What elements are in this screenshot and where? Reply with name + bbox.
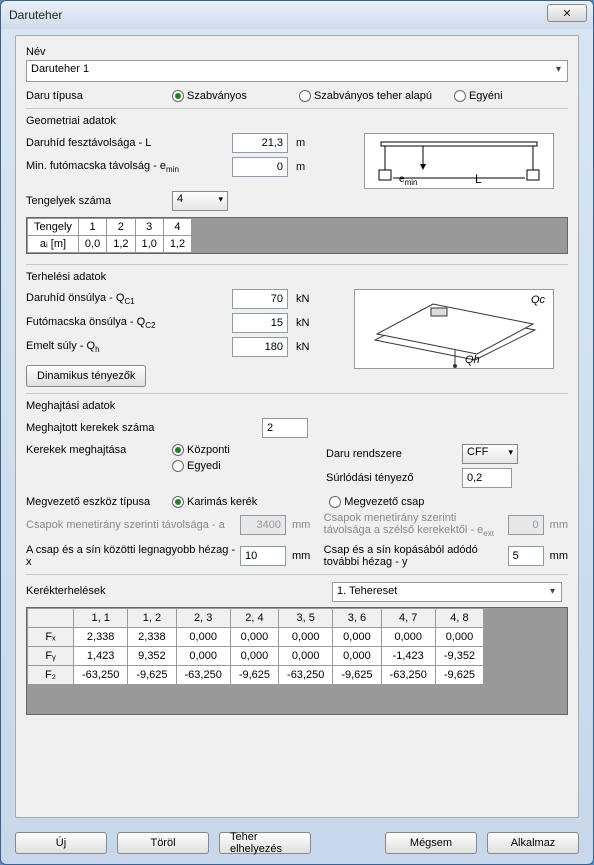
- radio-dot-icon: [299, 90, 311, 102]
- radio-dot-icon: [172, 90, 184, 102]
- wheel-loads-header: Kerékterhelések: [26, 585, 326, 597]
- footer-buttons: Új Töröl Teher elhelyezés Mégsem Alkalma…: [15, 832, 579, 854]
- radio-drive-individual[interactable]: Egyedi: [172, 460, 221, 472]
- radio-dot-icon: [172, 444, 184, 456]
- pin-ext-label: Csapok menetirány szerinti távolsága a s…: [324, 512, 504, 538]
- radio-dot-icon: [454, 90, 466, 102]
- dynamic-factors-button[interactable]: Dinamikus tényezők: [26, 365, 146, 387]
- radio-dot-icon: [172, 496, 184, 508]
- cancel-button[interactable]: Mégsem: [385, 832, 477, 854]
- driven-wheels-label: Meghajtott kerekek száma: [26, 422, 256, 434]
- table-row: Fᵧ 1,4239,3520,0000,0000,0000,000-1,423-…: [28, 647, 484, 666]
- emin-input[interactable]: [232, 157, 288, 177]
- span-input[interactable]: [232, 133, 288, 153]
- gap-y-input[interactable]: [508, 546, 544, 566]
- axle-count-combo[interactable]: 4: [172, 191, 228, 211]
- close-icon: ✕: [562, 7, 571, 20]
- titlebar: Daruteher ✕: [1, 1, 593, 29]
- driven-wheels-input[interactable]: [262, 418, 308, 438]
- pin-dist-input: [240, 515, 286, 535]
- gap-x-label: A csap és a sín közötti legnagyobb hézag…: [26, 544, 236, 568]
- loads-header: Terhelési adatok: [26, 271, 568, 283]
- friction-input[interactable]: [462, 468, 512, 488]
- radio-type-custom[interactable]: Egyéni: [454, 90, 503, 102]
- table-row: F₂ -63,250-9,625-63,250-9,625-63,250-9,6…: [28, 666, 484, 685]
- wheel-loads-table: 1, 11, 2 2, 32, 4 3, 53, 6 4, 74, 8 Fₓ 2…: [27, 608, 484, 685]
- friction-label: Súrlódási tényező: [326, 472, 456, 484]
- radio-dot-icon: [329, 496, 341, 508]
- gap-y-label: Csap és a sín kopásából adódó további hé…: [324, 544, 504, 568]
- radio-type-stdload[interactable]: Szabványos teher alapú: [299, 90, 432, 102]
- name-combo[interactable]: Daruteher 1: [26, 60, 568, 82]
- radio-dot-icon: [172, 460, 184, 472]
- span-label: Daruhíd fesztávolsága - L: [26, 137, 226, 149]
- type-label: Daru típusa: [26, 90, 166, 102]
- load-case-combo[interactable]: 1. Tehereset: [332, 582, 562, 602]
- pin-ext-input: [508, 515, 544, 535]
- qc1-label: Daruhíd önsúlya - QC1: [26, 292, 226, 306]
- qc1-input[interactable]: [232, 289, 288, 309]
- qh-input[interactable]: [232, 337, 288, 357]
- window-title: Daruteher: [9, 8, 62, 22]
- crane-system-combo[interactable]: CFF: [462, 444, 518, 464]
- qc2-label: Futómacska önsúlya - QC2: [26, 316, 226, 330]
- crane-load-diagram: Qc Qh: [354, 289, 554, 369]
- drive-header: Meghajtási adatok: [26, 400, 568, 412]
- radio-guide-pin[interactable]: Megvezető csap: [329, 496, 424, 508]
- geom-header: Geometriai adatok: [26, 115, 568, 127]
- radio-type-std[interactable]: Szabványos: [172, 90, 247, 102]
- crane-system-label: Daru rendszere: [326, 448, 456, 460]
- radio-guide-flanged[interactable]: Karimás kerék: [172, 496, 257, 508]
- qc2-input[interactable]: [232, 313, 288, 333]
- axle-count-label: Tengelyek száma: [26, 195, 166, 207]
- span-unit: m: [296, 137, 305, 149]
- name-label: Név: [26, 46, 568, 58]
- gap-x-input[interactable]: [240, 546, 286, 566]
- place-load-button[interactable]: Teher elhelyezés: [219, 832, 311, 854]
- guide-label: Megvezető eszköz típusa: [26, 496, 166, 508]
- emin-unit: m: [296, 161, 305, 173]
- table-row: Fₓ 2,3382,3380,0000,0000,0000,0000,0000,…: [28, 628, 484, 647]
- wheel-drive-label: Kerekek meghajtása: [26, 444, 166, 456]
- new-button[interactable]: Új: [15, 832, 107, 854]
- apply-button[interactable]: Alkalmaz: [487, 832, 579, 854]
- delete-button[interactable]: Töröl: [117, 832, 209, 854]
- name-value: Daruteher 1: [31, 63, 89, 75]
- close-button[interactable]: ✕: [547, 4, 587, 22]
- content-panel: Név Daruteher 1 Daru típusa Szabványos S…: [15, 35, 579, 818]
- pin-dist-label: Csapok menetirány szerinti távolsága - a: [26, 519, 236, 531]
- emin-label: Min. futómacska távolság - emin: [26, 160, 226, 174]
- axle-table: Tengely 1 2 3 4 aᵢ [m] 0,0 1,2 1,0 1,2: [27, 218, 192, 253]
- qh-label: Emelt súly - Qh: [26, 340, 226, 354]
- crane-geometry-diagram: emin L: [364, 133, 554, 189]
- axle-header-cell: Tengely: [28, 219, 79, 236]
- radio-drive-central[interactable]: Központi: [172, 444, 230, 456]
